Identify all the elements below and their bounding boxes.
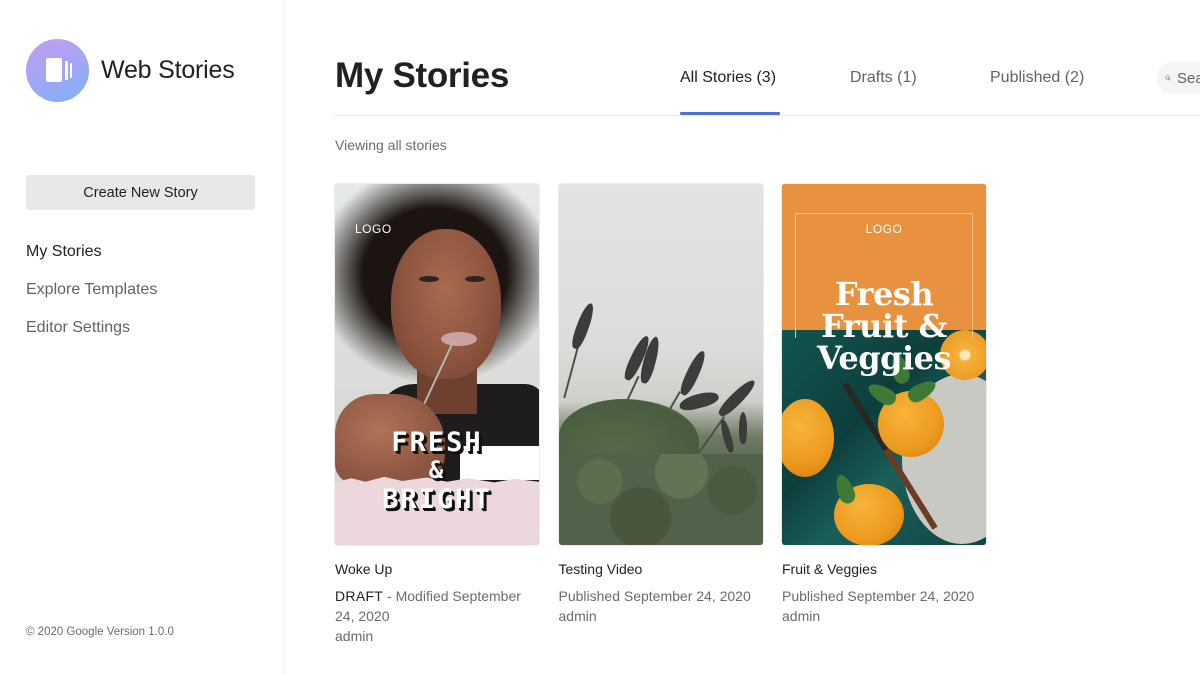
thumb-headline: Fresh — [834, 275, 934, 313]
story-card: Testing Video Published September 24, 20… — [558, 184, 763, 646]
story-meta: Published September 24, 2020 admin — [782, 586, 986, 626]
story-filter-tabs: All Stories (3) Drafts (1) Published (2) — [680, 68, 1084, 116]
story-meta: Published September 24, 2020 admin — [559, 586, 763, 626]
tab-drafts[interactable]: Drafts (1) — [850, 68, 919, 116]
sidebar-nav: My Stories Explore Templates Editor Sett… — [26, 241, 157, 355]
story-date: Published September 24, 2020 — [558, 588, 751, 604]
sidebar-item-explore-templates[interactable]: Explore Templates — [26, 279, 157, 317]
story-title[interactable]: Testing Video — [559, 561, 763, 577]
thumb-headline: Veggies — [816, 339, 952, 377]
stories-grid: LOGO FRESH & BRIGHT Woke Up DRAFT - Modi… — [335, 184, 1006, 646]
thumb-headline: BRIGHT — [382, 484, 492, 515]
status-badge: DRAFT — [335, 588, 384, 604]
sidebar: Web Stories Create New Story My Stories … — [0, 0, 284, 675]
sidebar-item-editor-settings[interactable]: Editor Settings — [26, 317, 157, 355]
brand[interactable]: Web Stories — [26, 39, 235, 102]
story-author: admin — [782, 608, 821, 624]
thumb-headline: & — [428, 456, 446, 484]
thumb-headline: FRESH — [391, 427, 483, 458]
thumb-logo-text: LOGO — [865, 222, 903, 236]
story-thumbnail[interactable] — [558, 184, 763, 545]
tab-all-stories[interactable]: All Stories (3) — [680, 68, 780, 116]
search-icon — [1165, 75, 1171, 81]
create-new-story-button[interactable]: Create New Story — [26, 175, 255, 210]
thumb-headline: Fruit & — [821, 307, 947, 345]
story-meta: DRAFT - Modified September 24, 2020 admi… — [335, 586, 539, 646]
brand-name: Web Stories — [101, 56, 235, 84]
page-title: My Stories — [335, 56, 509, 95]
footer-version: © 2020 Google Version 1.0.0 — [26, 626, 174, 638]
story-author: admin — [335, 628, 374, 644]
web-stories-logo-icon — [26, 39, 89, 102]
story-thumbnail[interactable]: LOGO Fresh Fruit & Veggies — [782, 184, 986, 545]
story-thumbnail[interactable]: LOGO FRESH & BRIGHT — [335, 184, 539, 545]
search-input[interactable] — [1177, 69, 1200, 87]
story-card: LOGO FRESH & BRIGHT Woke Up DRAFT - Modi… — [335, 184, 539, 646]
header-divider — [333, 115, 1200, 116]
story-date: Published September 24, 2020 — [782, 588, 975, 604]
story-title[interactable]: Woke Up — [335, 561, 539, 577]
thumb-logo-text: LOGO — [355, 222, 392, 236]
story-card: LOGO Fresh Fruit & Veggies Fruit & Veggi… — [782, 184, 986, 646]
viewing-label: Viewing all stories — [335, 137, 447, 153]
main-content: My Stories All Stories (3) Drafts (1) Pu… — [285, 0, 1200, 675]
search-box[interactable] — [1157, 62, 1200, 94]
story-author: admin — [558, 608, 597, 624]
tab-published[interactable]: Published (2) — [990, 68, 1084, 116]
sidebar-item-my-stories[interactable]: My Stories — [26, 241, 157, 279]
story-title[interactable]: Fruit & Veggies — [782, 561, 986, 577]
